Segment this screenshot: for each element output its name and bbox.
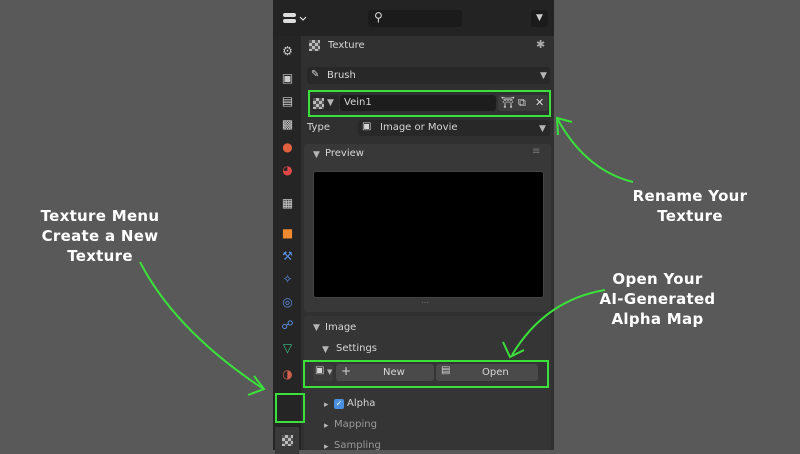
annotation-line: Texture	[67, 247, 133, 265]
annotation-line: AI-Generated	[599, 290, 716, 308]
annotation-line: Rename Your	[632, 187, 748, 205]
annotation-line: Texture	[657, 207, 723, 225]
annotation-line: Texture Menu	[40, 207, 160, 225]
arrow-head-open-button	[502, 341, 525, 359]
annotation-line: Create a New	[41, 227, 159, 245]
arrow-to-texture-name	[556, 117, 634, 183]
open-map-annotation: Open Your AI-Generated Alpha Map	[585, 269, 730, 329]
rename-annotation: Rename Your Texture	[615, 186, 765, 226]
texture-menu-annotation: Texture Menu Create a New Texture	[20, 206, 180, 266]
annotation-line: Open Your	[612, 270, 703, 288]
annotation-line: Alpha Map	[611, 310, 704, 328]
arrow-to-texture-tab	[139, 261, 263, 389]
